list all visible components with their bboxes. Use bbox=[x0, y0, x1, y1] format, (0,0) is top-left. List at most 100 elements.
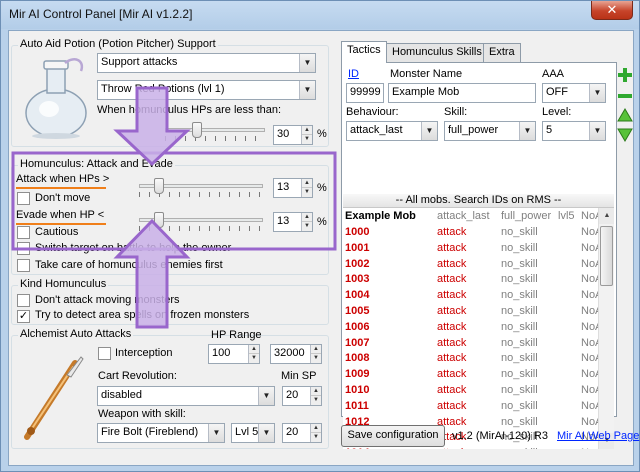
spin-down-icon[interactable]: ▼ bbox=[302, 135, 312, 144]
potion-mode-select[interactable]: Support attacks ▼ bbox=[97, 53, 316, 73]
detect-area-spells-checkbox[interactable]: ✓ bbox=[17, 310, 30, 323]
title-bar[interactable]: Mir AI Control Panel [Mir AI v1.2.2] ✕ bbox=[1, 1, 639, 29]
mob-behaviour-cell: attack bbox=[437, 384, 467, 396]
aaa-select[interactable]: OFF ▼ bbox=[542, 83, 606, 103]
save-configuration-button[interactable]: Save configuration bbox=[341, 425, 445, 447]
kind-group-title: Kind Homunculus bbox=[18, 278, 109, 290]
evade-hp-value: 13 bbox=[277, 215, 290, 227]
spin-down-icon[interactable]: ▼ bbox=[302, 222, 312, 231]
chevron-down-icon: ▼ bbox=[421, 122, 437, 140]
potion-type-select[interactable]: Throw Red Potions (lvl 1) ▼ bbox=[97, 80, 316, 100]
weapon-skill-select[interactable]: Fire Bolt (Fireblend) ▼ bbox=[97, 423, 225, 443]
list-item[interactable]: 1007attackno_skillNoAAA bbox=[343, 336, 614, 353]
dont-attack-moving-checkbox[interactable] bbox=[17, 294, 30, 307]
mob-list-scrollbar[interactable]: ▲ ▼ bbox=[598, 208, 614, 449]
tactics-side-buttons bbox=[617, 68, 633, 142]
mob-skill-cell: no_skill bbox=[501, 336, 538, 349]
slider-thumb[interactable] bbox=[192, 122, 202, 138]
evade-hp-slider[interactable] bbox=[139, 211, 263, 233]
potion-mode-value: Support attacks bbox=[101, 56, 178, 68]
mob-id-cell: 1009 bbox=[345, 368, 370, 381]
list-item[interactable]: 1010attackno_skillNoAAA bbox=[343, 384, 614, 400]
list-item[interactable]: 1014attackno_skillNoAAA bbox=[343, 447, 614, 449]
mob-list[interactable]: -- All mobs. Search IDs on RMS -- Exampl… bbox=[343, 194, 614, 449]
scroll-up-icon[interactable]: ▲ bbox=[599, 208, 614, 224]
spin-up-icon[interactable]: ▲ bbox=[311, 424, 321, 433]
list-item-example[interactable]: Example Mob attack_last full_power lvl5 … bbox=[343, 210, 614, 226]
close-button[interactable]: ✕ bbox=[591, 1, 633, 20]
spin-up-icon[interactable]: ▲ bbox=[302, 213, 312, 222]
level-label: Level: bbox=[542, 106, 572, 118]
spin-up-icon[interactable]: ▲ bbox=[249, 345, 259, 354]
mob-skill-cell: no_skill bbox=[501, 384, 538, 396]
behaviour-label: Behaviour: bbox=[346, 106, 399, 118]
hp-max-spin[interactable]: 32000 ▲ ▼ bbox=[270, 344, 322, 364]
spin-up-icon[interactable]: ▲ bbox=[302, 126, 312, 135]
id-link[interactable]: ID bbox=[348, 68, 359, 80]
minus-icon[interactable] bbox=[618, 94, 632, 98]
mob-id-cell: 1006 bbox=[345, 320, 370, 333]
spin-up-icon[interactable]: ▲ bbox=[311, 345, 321, 354]
slider-thumb[interactable] bbox=[154, 178, 164, 194]
detect-area-spells-label: Try to detect area spells on frozen mons… bbox=[35, 309, 250, 321]
level-select[interactable]: 5 ▼ bbox=[542, 121, 606, 141]
potion-threshold-slider[interactable] bbox=[165, 121, 265, 143]
potion-type-value: Throw Red Potions (lvl 1) bbox=[101, 83, 225, 95]
list-item[interactable]: 1004attackno_skillNoAAA bbox=[343, 289, 614, 305]
list-item[interactable]: 1006attackno_skillNoAAA bbox=[343, 320, 614, 337]
cautious-checkbox[interactable] bbox=[17, 226, 30, 239]
hp-min-spin[interactable]: 100 ▲ ▼ bbox=[208, 344, 260, 364]
mob-behaviour-cell: attack bbox=[437, 241, 467, 254]
list-item[interactable]: 1001attackno_skillNoAAA bbox=[343, 241, 614, 258]
mob-behaviour-cell: attack bbox=[437, 226, 467, 238]
list-item[interactable]: 1003attackno_skillNoAAA bbox=[343, 273, 614, 289]
take-care-checkbox[interactable] bbox=[17, 259, 30, 272]
scrollbar-thumb[interactable] bbox=[600, 226, 613, 286]
list-item[interactable]: 1005attackno_skillNoAAA bbox=[343, 305, 614, 321]
spin-down-icon[interactable]: ▼ bbox=[311, 354, 321, 363]
switch-target-checkbox[interactable] bbox=[17, 242, 30, 255]
evade-hp-spin[interactable]: 13 ▲ ▼ bbox=[273, 212, 313, 232]
triangle-down-icon[interactable] bbox=[617, 128, 633, 142]
id-input[interactable]: 99999 bbox=[346, 83, 384, 103]
tab-homunculus-skills[interactable]: Homunculus Skills bbox=[386, 43, 488, 62]
min-sp-value-1: 20 bbox=[286, 389, 299, 401]
web-page-link[interactable]: Mir AI Web Page bbox=[557, 430, 639, 442]
list-item[interactable]: 1008attackno_skillNoAAA bbox=[343, 352, 614, 368]
dont-move-checkbox[interactable] bbox=[17, 192, 30, 205]
spin-up-icon[interactable]: ▲ bbox=[302, 179, 312, 188]
skill-select[interactable]: full_power ▼ bbox=[444, 121, 536, 141]
list-item[interactable]: 1011attackno_skillNoAAA bbox=[343, 400, 614, 416]
triangle-up-icon[interactable] bbox=[617, 108, 633, 122]
mob-id-cell: 1001 bbox=[345, 241, 370, 254]
spin-down-icon[interactable]: ▼ bbox=[249, 354, 259, 363]
mob-skill-cell: no_skill bbox=[501, 305, 538, 317]
cart-revolution-select[interactable]: disabled ▼ bbox=[97, 386, 275, 406]
slider-thumb[interactable] bbox=[154, 212, 164, 228]
list-item[interactable]: 1000attackno_skillNoAAA bbox=[343, 226, 614, 242]
tab-tactics[interactable]: Tactics bbox=[341, 41, 387, 63]
spin-up-icon[interactable]: ▲ bbox=[311, 387, 321, 396]
min-sp-spin-1[interactable]: 20 ▲ ▼ bbox=[282, 386, 322, 406]
mob-id-cell: 1007 bbox=[345, 336, 370, 349]
behaviour-select[interactable]: attack_last ▼ bbox=[346, 121, 438, 141]
monster-name-input[interactable]: Example Mob bbox=[388, 83, 536, 103]
cart-revolution-value: disabled bbox=[101, 389, 142, 401]
attack-hp-slider[interactable] bbox=[139, 177, 263, 199]
attack-hp-spin[interactable]: 13 ▲ ▼ bbox=[273, 178, 313, 198]
mob-skill-cell: no_skill bbox=[501, 241, 538, 254]
plus-icon[interactable] bbox=[618, 68, 632, 82]
tab-extra[interactable]: Extra bbox=[483, 43, 521, 62]
cautious-label: Cautious bbox=[35, 226, 79, 238]
app-window: Mir AI Control Panel [Mir AI v1.2.2] ✕ A… bbox=[0, 0, 640, 472]
interception-checkbox[interactable] bbox=[98, 347, 111, 360]
min-sp-spin-2[interactable]: 20 ▲ ▼ bbox=[282, 423, 322, 443]
spin-down-icon[interactable]: ▼ bbox=[302, 188, 312, 197]
window-title: Mir AI Control Panel [Mir AI v1.2.2] bbox=[9, 7, 193, 21]
potion-threshold-spin[interactable]: 30 ▲ ▼ bbox=[273, 125, 313, 145]
list-item[interactable]: 1009attackno_skillNoAAA bbox=[343, 368, 614, 384]
spin-down-icon[interactable]: ▼ bbox=[311, 433, 321, 442]
weapon-level-select[interactable]: Lvl 5 ▼ bbox=[231, 423, 275, 443]
list-item[interactable]: 1002attackno_skillNoAAA bbox=[343, 258, 614, 274]
spin-down-icon[interactable]: ▼ bbox=[311, 396, 321, 405]
